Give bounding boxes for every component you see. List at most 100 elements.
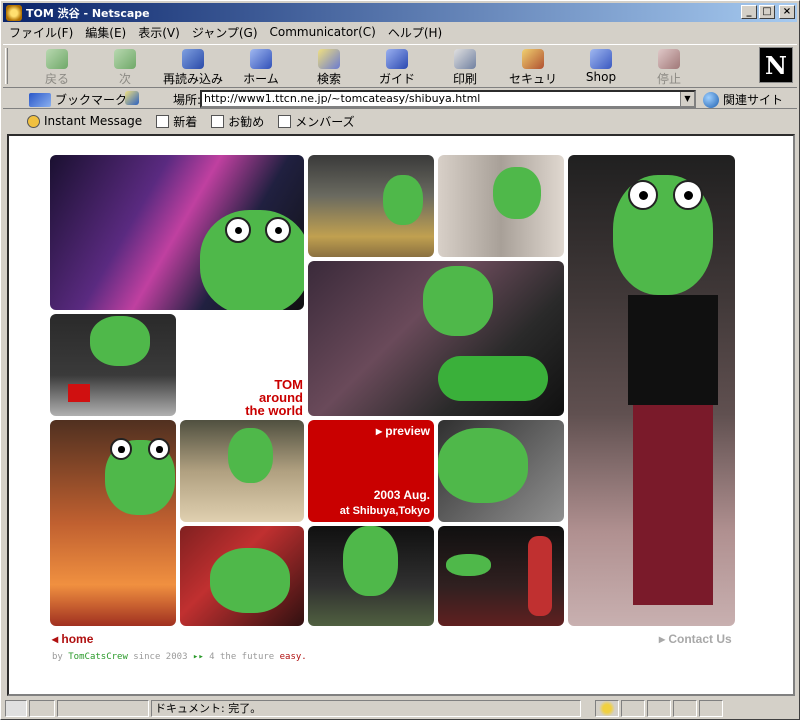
forward-arrow-icon: [114, 49, 136, 69]
frog-head: [343, 526, 398, 596]
easy-text: easy.: [279, 652, 307, 662]
status-text: ドキュメント: 完了。: [151, 699, 581, 717]
recommended-label: お勧め: [228, 114, 265, 129]
newsgroups-component-icon[interactable]: [647, 699, 671, 717]
double-arrow-icon: ▸▸: [192, 652, 204, 662]
frog-head: [383, 175, 423, 225]
event-date: 2003 Aug.: [373, 488, 430, 502]
photo-street-stall[interactable]: [308, 155, 434, 257]
forward-button[interactable]: 次: [95, 47, 155, 87]
lock-icon: [522, 49, 544, 69]
trousers: [633, 405, 713, 605]
guide-label: ガイド: [378, 72, 415, 86]
red-arrow-sign: [68, 384, 90, 402]
photo-shibuya-building[interactable]: [50, 155, 304, 310]
connection-status-icon[interactable]: [29, 699, 55, 717]
menu-edit[interactable]: 編集(E): [79, 24, 132, 41]
guide-icon: [386, 49, 408, 69]
red-lantern: [528, 536, 552, 616]
navigation-toolbar: 戻る 次 再読み込み ホーム 検索 ガイド 印刷 セキュリティ: [3, 44, 797, 103]
menu-file[interactable]: ファイル(F): [3, 24, 79, 41]
stop-icon: [658, 49, 680, 69]
frog-head: [493, 167, 541, 219]
frog-head: [228, 428, 273, 483]
maximize-button[interactable]: □: [759, 5, 775, 19]
preview-block[interactable]: ▸ preview 2003 Aug. at Shibuya,Tokyo: [308, 420, 434, 522]
frog-head: [446, 554, 491, 576]
related-sites-button[interactable]: 関連サイト: [703, 91, 783, 108]
footer-credit: by TomCatsCrew since 2003 ▸▸ 4 the futur…: [52, 652, 307, 662]
guide-button[interactable]: ガイド: [367, 47, 427, 87]
page-title: TOM around the world: [245, 377, 303, 418]
menu-help[interactable]: ヘルプ(H): [382, 24, 448, 41]
navigator-component-icon[interactable]: [595, 699, 619, 717]
menu-bar: ファイル(F) 編集(E) 表示(V) ジャンプ(G) Communicator…: [3, 23, 448, 41]
photo-frog-person-sign[interactable]: [50, 314, 176, 416]
status-bar: ドキュメント: 完了。: [3, 698, 797, 718]
photo-frog-plants[interactable]: [308, 526, 434, 626]
forward-label: 次: [118, 72, 131, 86]
whats-new-button[interactable]: 新着: [156, 113, 197, 130]
personal-toolbar: Instant Message 新着 お勧め メンバーズ: [3, 111, 797, 131]
home-button[interactable]: ホーム: [231, 47, 291, 87]
photo-frog-closeup[interactable]: [438, 420, 564, 522]
members-button[interactable]: メンバーズ: [278, 113, 355, 130]
bookmarks-icon: [29, 92, 51, 107]
reload-label: 再読み込み: [163, 72, 224, 86]
instant-message-label: Instant Message: [44, 114, 143, 128]
composer-component-icon[interactable]: [699, 699, 723, 717]
printer-icon: [454, 49, 476, 69]
toolbar-grip[interactable]: [5, 48, 8, 84]
photo-frog-man-standing[interactable]: [568, 155, 735, 626]
page-content: TOM around the world ▸ preview 2003 Aug.…: [7, 134, 795, 696]
browser-window: TOM 渋谷 - Netscape _ □ × ファイル(F) 編集(E) 表示…: [0, 0, 800, 720]
mail-component-icon[interactable]: [621, 699, 645, 717]
frog-eye: [628, 180, 658, 210]
home-link[interactable]: ◂ home: [52, 632, 93, 646]
search-button[interactable]: 検索: [299, 47, 359, 87]
stop-button[interactable]: 停止: [639, 47, 699, 87]
frog-head: [438, 428, 528, 503]
menu-communicator[interactable]: Communicator(C): [264, 25, 382, 39]
bookmark-page-icon: [211, 114, 225, 128]
photo-frog-doorway[interactable]: [180, 526, 304, 626]
menu-go[interactable]: ジャンプ(G): [186, 24, 264, 41]
shop-label: Shop: [585, 70, 617, 84]
reload-button[interactable]: 再読み込み: [163, 47, 223, 87]
person-icon: [27, 114, 40, 128]
back-button[interactable]: 戻る: [27, 47, 87, 87]
bookmarks-button[interactable]: ブックマーク: [29, 91, 127, 108]
page-proxy-icon[interactable]: [125, 91, 139, 105]
minimize-button[interactable]: _: [741, 5, 757, 19]
close-button[interactable]: ×: [779, 5, 795, 19]
event-place: at Shibuya,Tokyo: [339, 505, 430, 517]
reload-icon: [182, 49, 204, 69]
frog-head: [90, 316, 150, 366]
menu-view[interactable]: 表示(V): [132, 24, 186, 41]
frog-eye: [225, 217, 251, 243]
shop-button[interactable]: Shop: [571, 47, 631, 87]
stop-label: 停止: [656, 72, 681, 86]
url-input[interactable]: http://www1.ttcn.ne.jp/~tomcateasy/shibu…: [200, 90, 696, 108]
shirt: [628, 295, 718, 405]
photo-motorcycle[interactable]: [308, 261, 564, 416]
address-book-component-icon[interactable]: [673, 699, 697, 717]
preview-link[interactable]: ▸ preview: [376, 424, 430, 438]
shop-icon: [590, 49, 612, 69]
photo-frog-lantern[interactable]: [438, 526, 564, 626]
related-label: 関連サイト: [723, 93, 784, 107]
photo-frog-taxi[interactable]: [50, 420, 176, 626]
recommended-button[interactable]: お勧め: [211, 113, 264, 130]
photo-frog-counter[interactable]: [180, 420, 304, 522]
security-button[interactable]: セキュリティ: [503, 47, 563, 103]
back-label: 戻る: [44, 72, 69, 86]
contact-link[interactable]: ▸ Contact Us: [659, 632, 732, 646]
instant-message-button[interactable]: Instant Message: [27, 114, 142, 128]
photo-shutter-street[interactable]: [438, 155, 564, 257]
netscape-logo[interactable]: N: [759, 47, 793, 83]
print-button[interactable]: 印刷: [435, 47, 495, 87]
bookmarks-label: ブックマーク: [55, 93, 128, 107]
security-status-icon[interactable]: [5, 699, 27, 717]
status-spacer: [583, 700, 593, 717]
url-dropdown-icon[interactable]: ▼: [680, 92, 694, 106]
